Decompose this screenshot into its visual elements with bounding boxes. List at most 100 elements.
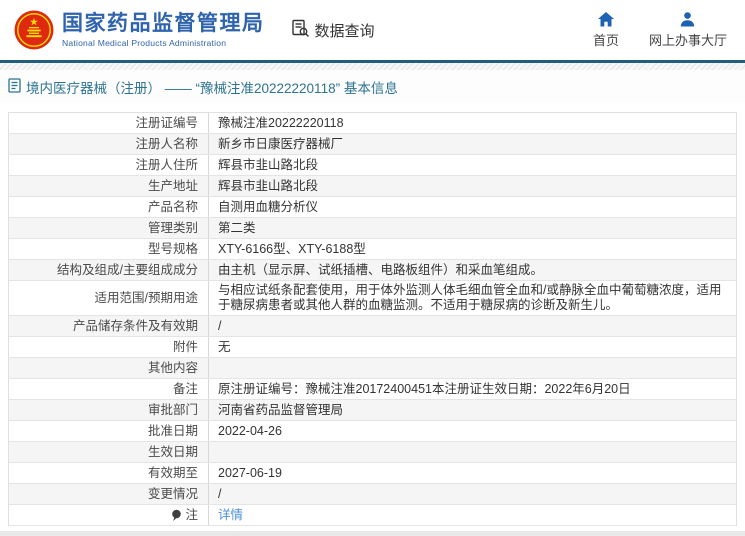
row-label: 注	[9, 505, 209, 525]
table-row: 结构及组成/主要组成成分 由主机（显示屏、试纸插槽、电路板组件）和采血笔组成。	[9, 260, 736, 281]
data-query-tab[interactable]: 数据查询	[291, 19, 375, 42]
row-value: 原注册证编号：豫械注准20172400451本注册证生效日期：2022年6月20…	[218, 381, 631, 396]
table-row: 附件 无	[9, 337, 736, 358]
row-label: 型号规格	[9, 239, 209, 259]
row-label-text: 管理类别	[147, 220, 198, 235]
row-label-text: 其他内容	[147, 360, 198, 375]
row-label: 变更情况	[9, 484, 209, 504]
nav-home[interactable]: 首页	[592, 11, 619, 49]
row-label-text: 附件	[172, 339, 198, 354]
page: 国家药品监督管理局 National Medical Products Admi…	[0, 0, 745, 536]
top-nav: 首页 网上办事大厅	[592, 11, 727, 49]
table-row: 备注 原注册证编号：豫械注准20172400451本注册证生效日期：2022年6月…	[9, 379, 736, 400]
table-row: 产品储存条件及有效期 /	[9, 316, 736, 337]
row-value: 新乡市日康医疗器械厂	[218, 136, 344, 151]
table-row: 其他内容	[9, 358, 736, 379]
breadcrumb-text: 境内医疗器械（注册） —— “豫械注准20222220118” 基本信息	[26, 80, 398, 96]
row-label: 产品名称	[9, 197, 209, 217]
table-row: 注册证编号 豫械注准20222220118	[9, 113, 736, 134]
row-label: 结构及组成/主要组成成分	[9, 260, 209, 280]
table-row: 产品名称 自测用血糖分析仪	[9, 197, 736, 218]
row-label-text: 审批部门	[147, 402, 198, 417]
row-value: 自测用血糖分析仪	[218, 199, 319, 214]
row-label: 附件	[9, 337, 209, 357]
row-label-text: 注	[185, 507, 198, 522]
row-value: 辉县市韭山路北段	[218, 178, 319, 193]
row-label-text: 生产地址	[147, 178, 198, 193]
row-label-text: 变更情况	[147, 486, 198, 501]
nav-online-hall-label: 网上办事大厅	[648, 32, 727, 48]
row-value: 河南省药品监督管理局	[218, 402, 344, 417]
row-value: XTY-6166型、XTY-6188型	[218, 241, 366, 256]
table-row: 生产地址 辉县市韭山路北段	[9, 176, 736, 197]
row-value: /	[218, 486, 222, 501]
logo-text: 国家药品监督管理局 National Medical Products Admi…	[62, 12, 265, 48]
row-label-text: 有效期至	[147, 465, 198, 480]
table-row: 注 详情	[9, 505, 736, 526]
table-row: 有效期至 2027-06-19	[9, 463, 736, 484]
site-header: 国家药品监督管理局 National Medical Products Admi…	[0, 0, 745, 60]
row-label-text: 产品名称	[147, 199, 198, 214]
table-row: 生效日期	[9, 442, 736, 463]
row-label-text: 注册人名称	[135, 136, 198, 151]
row-label-text: 结构及组成/主要组成成分	[57, 262, 198, 277]
row-value: 无	[218, 339, 231, 354]
row-value: 辉县市韭山路北段	[218, 157, 319, 172]
row-value: 详情	[209, 505, 736, 525]
nmpa-logo[interactable]: 国家药品监督管理局 National Medical Products Admi…	[14, 10, 265, 50]
row-label: 生产地址	[9, 176, 209, 196]
table-row: 型号规格 XTY-6166型、XTY-6188型	[9, 239, 736, 260]
home-icon	[597, 11, 614, 27]
row-label: 批准日期	[9, 421, 209, 441]
table-row: 变更情况 /	[9, 484, 736, 505]
row-label: 审批部门	[9, 400, 209, 420]
row-label-text: 备注	[172, 381, 198, 396]
row-label: 适用范围/预期用途	[9, 281, 209, 315]
breadcrumb: 境内医疗器械（注册） —— “豫械注准20222220118” 基本信息	[0, 70, 745, 103]
row-label-text: 生效日期	[147, 444, 198, 459]
row-label: 有效期至	[9, 463, 209, 483]
row-label-text: 产品储存条件及有效期	[72, 318, 198, 333]
detail-link[interactable]: 详情	[218, 508, 243, 523]
row-label-text: 注册人住所	[135, 157, 198, 172]
row-label: 备注	[9, 379, 209, 399]
document-icon	[8, 77, 21, 96]
row-value	[209, 358, 736, 378]
table-row: 注册人住所 辉县市韭山路北段	[9, 155, 736, 176]
row-value	[209, 442, 736, 462]
person-icon	[680, 11, 695, 27]
table-row: 审批部门 河南省药品监督管理局	[9, 400, 736, 421]
row-label-text: 型号规格	[147, 241, 198, 256]
national-emblem-icon	[14, 10, 54, 50]
note-icon	[171, 509, 182, 522]
row-label: 注册证编号	[9, 113, 209, 133]
row-label: 其他内容	[9, 358, 209, 378]
row-label: 注册人住所	[9, 155, 209, 175]
table-row: 批准日期 2022-04-26	[9, 421, 736, 442]
row-value: 与相应试纸条配套使用，用于体外监测人体毛细血管全血和/或静脉全血中葡萄糖浓度，适…	[218, 283, 722, 312]
table-row: 适用范围/预期用途 与相应试纸条配套使用，用于体外监测人体毛细血管全血和/或静脉全…	[9, 281, 736, 316]
row-value: 豫械注准20222220118	[218, 115, 344, 130]
nav-online-hall[interactable]: 网上办事大厅	[648, 11, 727, 49]
row-value: 由主机（显示屏、试纸插槽、电路板组件）和采血笔组成。	[218, 262, 544, 277]
info-table: 注册证编号 豫械注准20222220118 注册人名称 新乡市日康医疗器械厂注册人住所…	[8, 112, 737, 526]
footer-strip	[0, 531, 745, 536]
org-name-cn: 国家药品监督管理局	[62, 12, 265, 35]
row-value: 2027-06-19	[218, 465, 282, 480]
row-label: 注册人名称	[9, 134, 209, 154]
table-row: 注册人名称 新乡市日康医疗器械厂	[9, 134, 736, 155]
row-label-text: 注册证编号	[135, 115, 198, 130]
row-label: 产品储存条件及有效期	[9, 316, 209, 336]
row-value: 2022-04-26	[218, 423, 282, 438]
nav-home-label: 首页	[592, 32, 619, 48]
row-value: /	[218, 318, 222, 333]
row-label: 管理类别	[9, 218, 209, 238]
org-name-en: National Medical Products Administration	[62, 38, 227, 48]
data-query-label: 数据查询	[314, 22, 375, 40]
row-label: 生效日期	[9, 442, 209, 462]
texture-band	[0, 63, 745, 70]
row-label-text: 批准日期	[147, 423, 198, 438]
row-label-text: 适用范围/预期用途	[94, 290, 198, 305]
document-search-icon	[291, 19, 310, 42]
row-value: 第二类	[218, 220, 256, 235]
